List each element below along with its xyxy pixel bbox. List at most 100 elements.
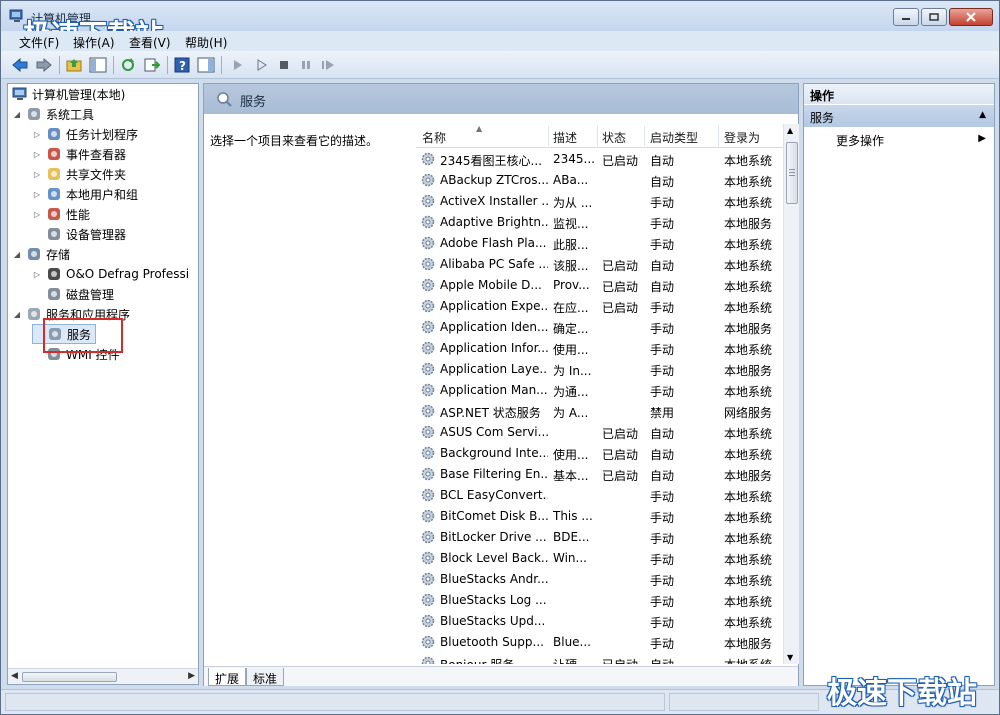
service-row[interactable]: Application Laye... 为 In... 手动 本地服务 [416,359,784,380]
menu-action[interactable]: 操作(A) [73,34,115,51]
computer-icon [12,86,28,102]
tree-item-3[interactable]: ▷ 共享文件夹 [32,164,126,184]
service-row[interactable]: BlueStacks Upd... 手动 本地系统 [416,611,784,632]
service-row[interactable]: Application Iden... 确定... 手动 本地服务 [416,317,784,338]
tree-item-7[interactable]: ◢ 存储 [12,244,70,264]
column-description[interactable]: 描述 [553,129,577,146]
service-row[interactable]: Base Filtering En... 基本... 已启动 自动 本地服务 [416,464,784,485]
tree-item-8[interactable]: ▷ O&O Defrag Professi [32,264,189,284]
tree-horizontal-scrollbar[interactable]: ◀ ▶ [8,668,198,684]
close-button[interactable] [949,8,993,26]
restart-service-button[interactable] [319,56,337,74]
submenu-arrow-icon[interactable]: ▶ [978,133,986,144]
service-logon-as: 本地服务 [724,322,773,336]
expander-icon[interactable]: ▷ [32,210,42,219]
service-row[interactable]: Bonjour 服务让硬... 已启动自动本地系统 [416,653,784,664]
service-row[interactable]: Application Expe... 在应... 已启动 手动 本地系统 [416,296,784,317]
menu-bar: 文件(F) 操作(A) 查看(V) 帮助(H) [1,31,999,51]
service-row[interactable]: BitComet Disk B... This ... 手动 本地系统 [416,506,784,527]
service-row[interactable]: Adaptive Brightn... 监视... 手动 本地服务 [416,212,784,233]
gear-icon [420,235,436,251]
service-name: BCL EasyConvert... [440,488,548,502]
tree-item-label: 磁盘管理 [66,287,115,302]
column-startup-type[interactable]: 启动类型 [650,129,698,146]
refresh-button[interactable] [119,56,137,74]
minimize-button[interactable] [893,8,919,26]
collapse-up-icon[interactable]: ▲ [979,110,986,120]
show-hide-tree-button[interactable] [89,56,107,74]
menu-file[interactable]: 文件(F) [19,34,59,51]
tab-extended[interactable]: 扩展 [208,668,247,686]
scroll-right-arrow-icon[interactable]: ▶ [188,671,195,681]
column-log-on-as[interactable]: 登录为 [724,129,760,146]
export-list-button[interactable] [143,56,161,74]
scroll-down-arrow-icon[interactable]: ▼ [787,653,793,662]
expander-icon[interactable]: ▷ [32,190,42,199]
service-row[interactable]: Apple Mobile D... Prov... 已启动 自动 本地系统 [416,275,784,296]
back-button[interactable] [11,56,29,74]
service-row[interactable]: 2345看图王核心... 2345... 已启动 自动 本地系统 [416,149,784,170]
service-row[interactable]: ABackup ZTCros... ABa... 自动 本地系统 [416,170,784,191]
service-name: Application Iden... [440,320,548,334]
expander-icon[interactable]: ◢ [12,250,22,259]
tree-item-0[interactable]: ◢ 系统工具 [12,104,94,124]
service-row[interactable]: Block Level Back... Win... 手动 本地系统 [416,548,784,569]
expander-icon[interactable]: ▷ [32,270,42,279]
tree-scroll-thumb[interactable] [22,672,117,682]
menu-view[interactable]: 查看(V) [129,34,171,51]
title-bar[interactable]: 计算机管理 极速下载站 [1,1,999,51]
help-button[interactable]: ? [173,56,191,74]
tree-item-root[interactable]: 计算机管理(本地) [12,84,125,104]
gear-icon [420,172,436,188]
service-row[interactable]: ASP.NET 状态服务为 A... 禁用 网络服务 [416,401,784,422]
start-service-button[interactable] [229,56,247,74]
service-row[interactable]: BitLocker Drive ... BDE... 手动 本地系统 [416,527,784,548]
service-row[interactable]: Adobe Flash Pla... 此服... 手动 本地系统 [416,233,784,254]
service-logon-as: 本地系统 [724,574,773,588]
service-row[interactable]: BlueStacks Andr... 手动 本地系统 [416,569,784,590]
expander-icon[interactable]: ▷ [32,170,42,179]
tab-standard[interactable]: 标准 [246,668,285,686]
actions-section-services[interactable]: 服务 ▲ [804,105,994,127]
expander-icon[interactable]: ▷ [32,130,42,139]
service-row[interactable]: Background Inte... 使用... 已启动 自动 本地系统 [416,443,784,464]
service-row[interactable]: BCL EasyConvert... 手动 本地系统 [416,485,784,506]
scroll-left-arrow-icon[interactable]: ◀ [11,671,18,681]
stop-service-button[interactable] [275,56,293,74]
scroll-up-arrow-icon[interactable]: ▲ [787,126,793,135]
services-vertical-scrollbar[interactable]: ▲ ▼ [783,124,799,664]
up-level-button[interactable] [65,56,83,74]
forward-button[interactable] [35,56,53,74]
pause-service-button[interactable] [297,56,315,74]
more-actions-item[interactable]: 更多操作 [836,132,884,149]
maximize-button[interactable] [921,8,947,26]
tree-item-label: 本地用户和组 [66,187,139,202]
services-scroll-thumb[interactable] [786,142,798,204]
service-row[interactable]: Application Man... 为通... 手动 本地系统 [416,380,784,401]
expander-icon[interactable]: ◢ [12,310,22,319]
tree-item-9[interactable]: 磁盘管理 [32,284,114,304]
service-row[interactable]: ASUS Com Servi... 已启动 自动 本地系统 [416,422,784,443]
start-service-alt-button[interactable] [253,56,271,74]
menu-help[interactable]: 帮助(H) [185,34,227,51]
tree-item-4[interactable]: ▷ 本地用户和组 [32,184,138,204]
service-row[interactable]: BlueStacks Log ... 手动 本地系统 [416,590,784,611]
service-row[interactable]: ActiveX Installer ... 为从 ... 手动 本地系统 [416,191,784,212]
service-name: ASUS Com Servi... [440,425,548,439]
gear-icon [420,445,436,461]
service-description: 2345... [553,152,595,166]
tree-item-2[interactable]: ▷ 事件查看器 [32,144,126,164]
service-row[interactable]: Alibaba PC Safe ... 该服... 已启动 自动 本地系统 [416,254,784,275]
service-row[interactable]: Application Infor... 使用... 手动 本地系统 [416,338,784,359]
column-status[interactable]: 状态 [602,129,626,146]
console-tree-icon [89,57,107,73]
service-row[interactable]: Bluetooth Supp... Blue... 手动 本地服务 [416,632,784,653]
service-status: 已启动 [602,427,639,441]
expander-icon[interactable]: ▷ [32,150,42,159]
tree-item-6[interactable]: 设备管理器 [32,224,126,244]
tree-item-5[interactable]: ▷ 性能 [32,204,90,224]
column-name[interactable]: 名称 [422,129,446,146]
tree-item-1[interactable]: ▷ 任务计划程序 [32,124,138,144]
expander-icon[interactable]: ◢ [12,110,22,119]
show-hide-action-pane-button[interactable] [197,56,215,74]
